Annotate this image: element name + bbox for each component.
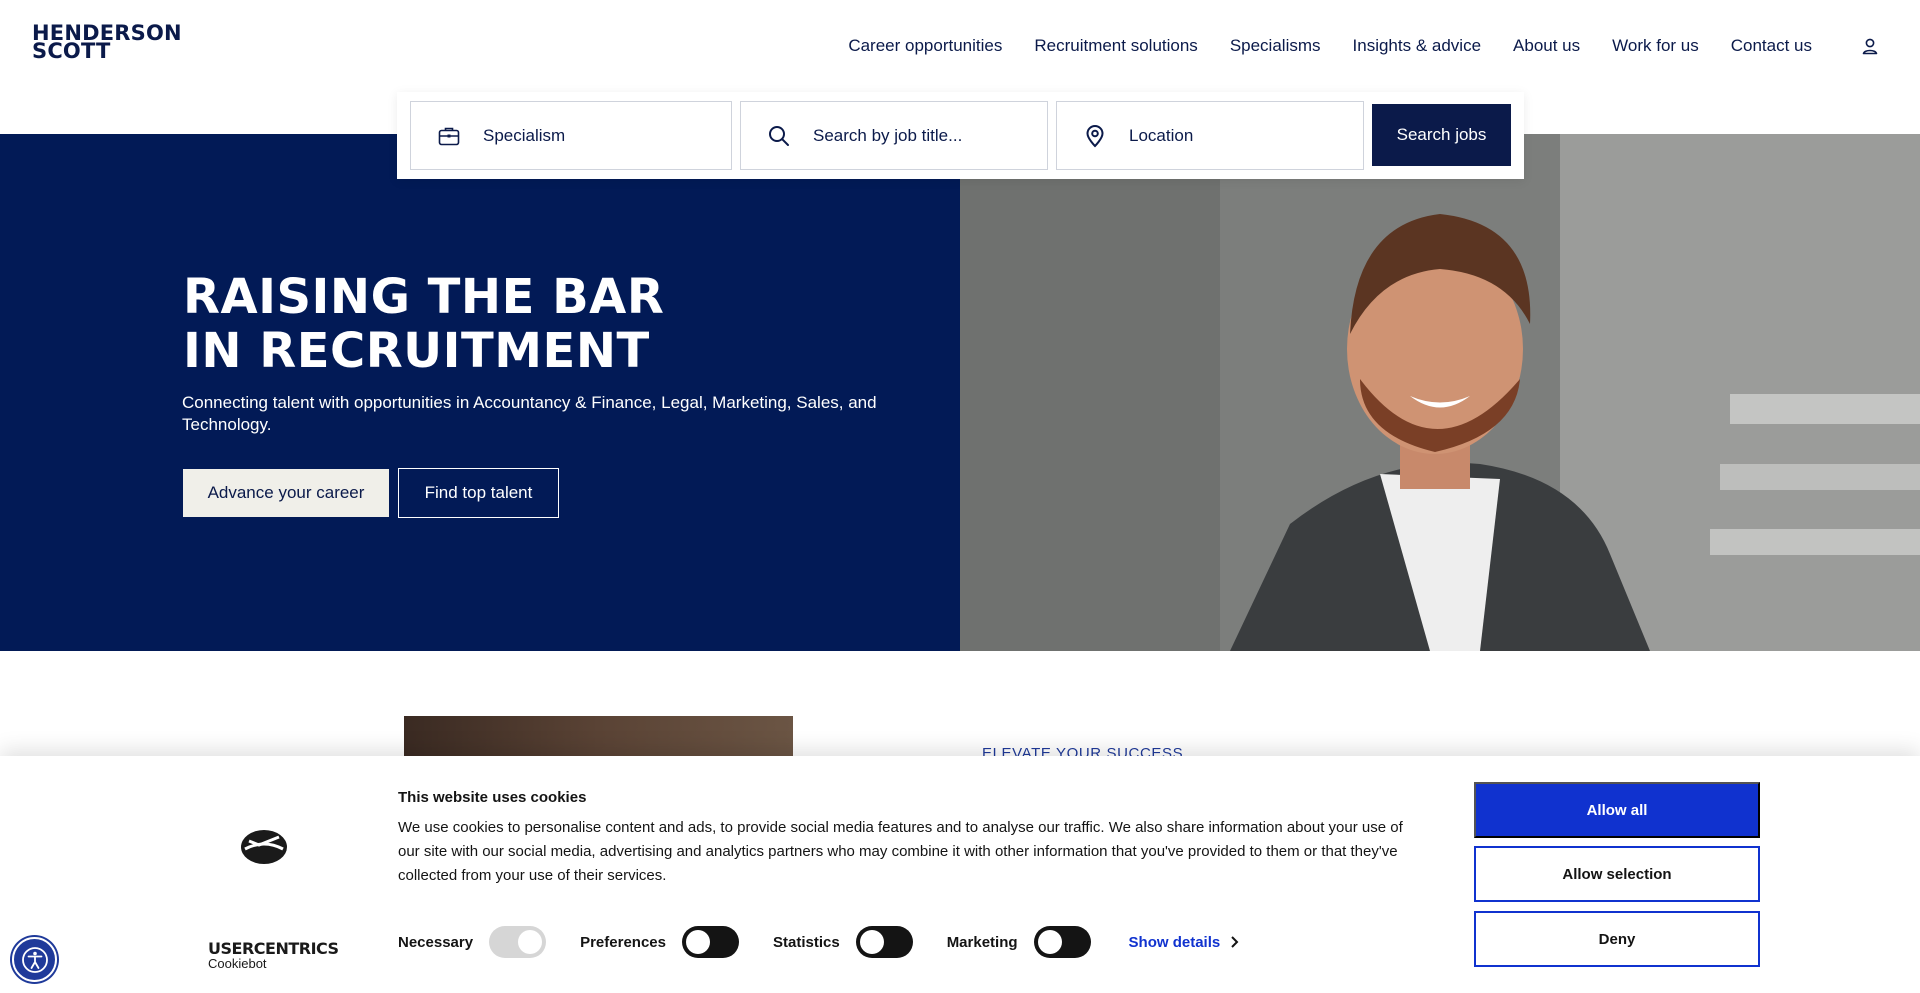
nav-about-us[interactable]: About us (1513, 36, 1580, 56)
toggle-label: Statistics (772, 933, 840, 951)
main-nav: Career opportunities Recruitment solutio… (816, 36, 1812, 56)
necessary-switch (489, 926, 547, 958)
hero-subtitle: Connecting talent with opportunities in … (182, 393, 877, 434)
toggle-necessary: Necessary (398, 926, 547, 958)
section-image (404, 716, 793, 756)
cookiebot-brand: Cookiebot (208, 956, 267, 971)
hero-title: RAISING THE BAR IN RECRUITMENT (183, 270, 664, 378)
cookie-text: We use cookies to personalise content an… (398, 819, 1403, 884)
allow-all-button[interactable]: Allow all (1474, 782, 1760, 838)
nav-specialisms[interactable]: Specialisms (1230, 36, 1321, 56)
job-title-input[interactable] (813, 125, 1033, 146)
search-icon (769, 125, 789, 146)
briefcase-icon (438, 127, 460, 145)
location-input[interactable] (1129, 125, 1349, 146)
find-talent-button[interactable]: Find top talent (398, 468, 559, 518)
job-title-field[interactable] (740, 101, 1048, 170)
cookiebot-logo-icon (241, 830, 287, 864)
hero-title-line-2: IN RECRUITMENT (183, 323, 650, 379)
toggle-statistics: Statistics (773, 926, 913, 958)
hero-photo-illustration (960, 134, 1920, 651)
job-search-bar: Specialism Search jobs (397, 92, 1524, 179)
show-details-label: Show details (1128, 933, 1221, 951)
cookie-toggles: Necessary Preferences Statistics Marketi… (398, 926, 1240, 958)
location-field[interactable] (1056, 101, 1364, 170)
location-pin-icon (1086, 124, 1104, 147)
preferences-switch[interactable] (681, 926, 739, 958)
nav-work-for-us[interactable]: Work for us (1612, 36, 1699, 56)
deny-button[interactable]: Deny (1474, 911, 1760, 967)
search-jobs-button[interactable]: Search jobs (1372, 104, 1511, 166)
specialism-select[interactable]: Specialism (410, 101, 732, 170)
toggle-label: Necessary (398, 933, 474, 951)
advance-career-button[interactable]: Advance your career (183, 469, 389, 517)
accessibility-icon (21, 946, 48, 973)
nav-contact-us[interactable]: Contact us (1731, 36, 1812, 56)
accessibility-button[interactable] (12, 937, 57, 982)
show-details-link[interactable]: Show details (1129, 934, 1241, 951)
toggle-marketing: Marketing (947, 926, 1091, 958)
specialism-label: Specialism (483, 125, 566, 145)
nav-career-opportunities[interactable]: Career opportunities (848, 36, 1002, 56)
hero-title-line-1: RAISING THE BAR (183, 269, 665, 325)
cookie-title: This website uses cookies (398, 789, 587, 806)
site-logo[interactable]: HENDERSON SCOTT (32, 23, 182, 62)
nav-insights-advice[interactable]: Insights & advice (1353, 36, 1482, 56)
marketing-switch[interactable] (1033, 926, 1091, 958)
nav-recruitment-solutions[interactable]: Recruitment solutions (1034, 36, 1197, 56)
chevron-right-icon (1231, 936, 1239, 948)
cookie-banner: USERCENTRICS Cookiebot This website uses… (0, 756, 1920, 993)
hero-image (960, 134, 1920, 651)
toggle-label: Preferences (580, 933, 666, 951)
user-icon[interactable] (1860, 36, 1880, 56)
toggle-preferences: Preferences (580, 926, 739, 958)
allow-selection-button[interactable]: Allow selection (1474, 846, 1760, 902)
toggle-label: Marketing (946, 933, 1018, 951)
statistics-switch[interactable] (855, 926, 913, 958)
